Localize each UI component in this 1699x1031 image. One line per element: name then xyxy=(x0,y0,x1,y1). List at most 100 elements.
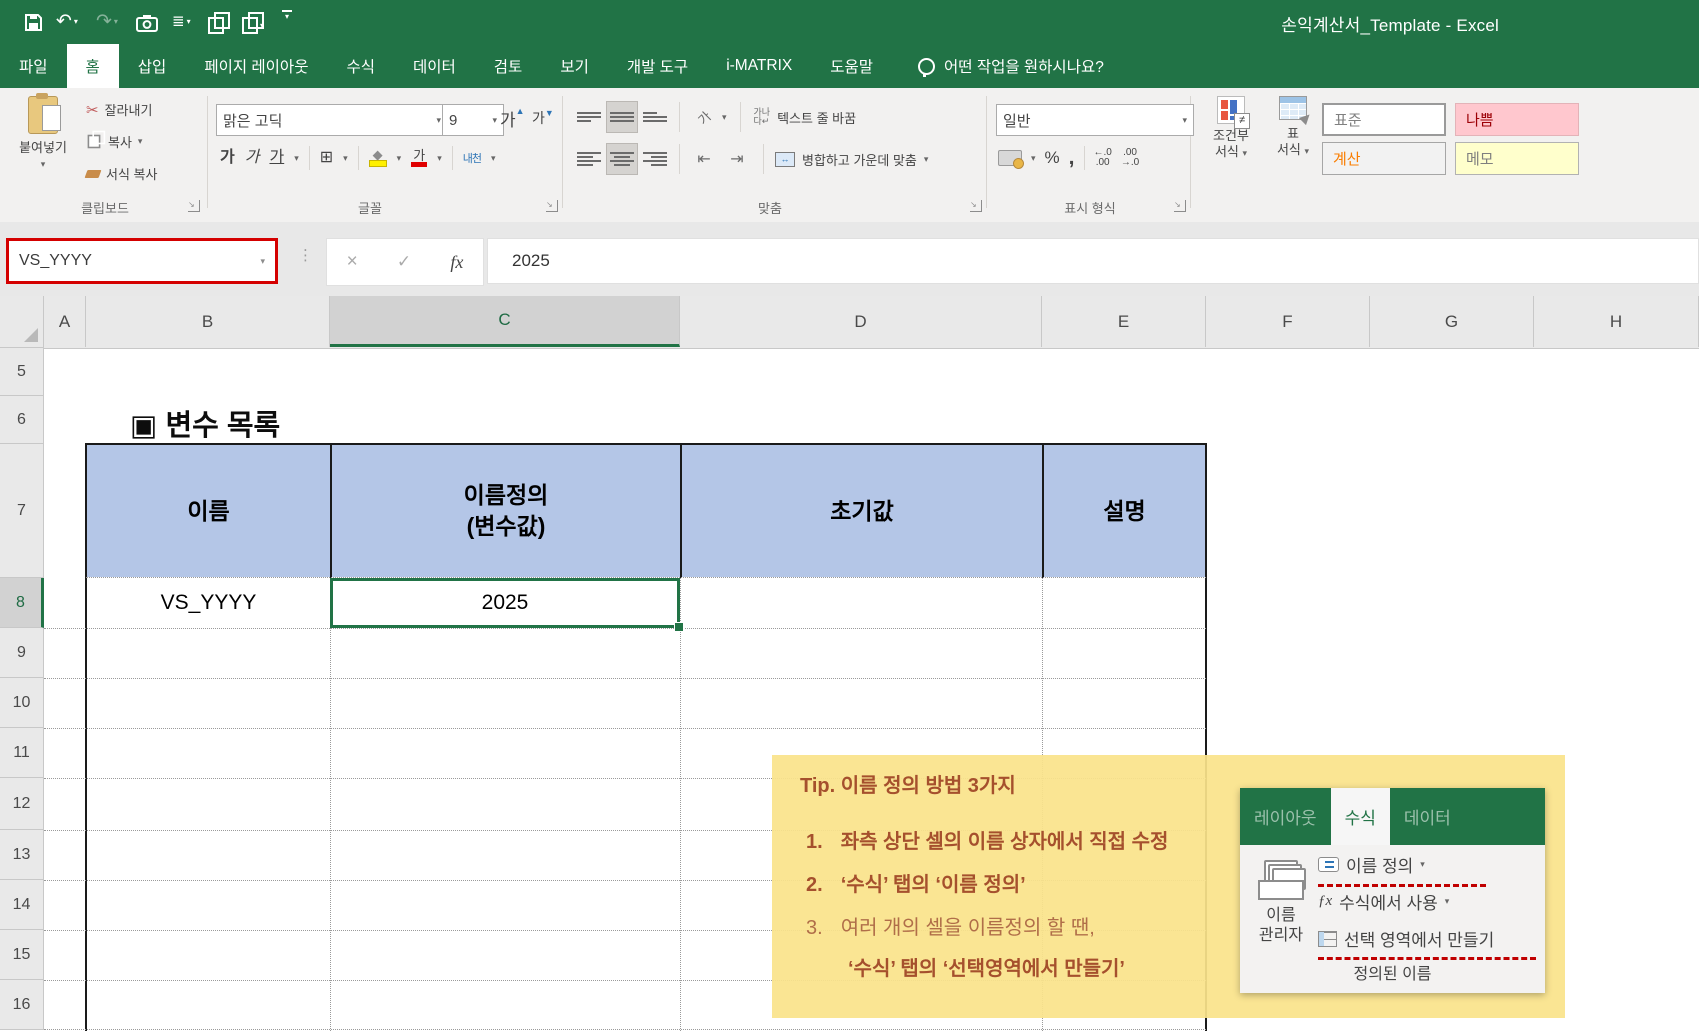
tab-view[interactable]: 보기 xyxy=(541,44,608,88)
shrink-font-button[interactable]: 가▼ xyxy=(532,108,554,128)
name-box[interactable]: VS_YYYY ▾ xyxy=(6,238,278,284)
row-header-14[interactable]: 14 xyxy=(0,880,44,930)
increase-indent-button[interactable]: ⇥ xyxy=(722,144,752,174)
wrap-text-button[interactable]: 가나다↵ 텍스트 줄 바꿈 xyxy=(754,102,857,132)
cancel-button[interactable]: × xyxy=(347,251,358,273)
switch-windows-button[interactable]: ▾ xyxy=(242,12,264,38)
row-header-8[interactable]: 8 xyxy=(0,578,44,628)
row-header-16[interactable]: 16 xyxy=(0,980,44,1030)
save-button[interactable] xyxy=(24,9,43,35)
format-as-table-button[interactable]: 표서식 ▾ xyxy=(1266,96,1320,159)
touch-mode-dropdown-arrow[interactable]: ▾ xyxy=(187,17,191,26)
fill-handle[interactable] xyxy=(674,622,684,632)
formula-bar-splitter[interactable]: ⋮ xyxy=(298,246,313,264)
cell-style-4[interactable]: 메모 xyxy=(1455,142,1579,175)
align-left-button[interactable] xyxy=(574,144,604,174)
row-header-5[interactable]: 5 xyxy=(0,348,44,396)
number-format-select[interactable]: 일반▾ xyxy=(996,104,1194,136)
font-size-select[interactable]: 9▾ xyxy=(442,104,504,136)
tab-home[interactable]: 홈 xyxy=(67,44,119,88)
column-header-B[interactable]: B xyxy=(86,296,330,347)
decrease-decimal-button[interactable]: .00→.0 xyxy=(1121,148,1139,168)
align-right-button[interactable] xyxy=(640,144,670,174)
percent-style-button[interactable]: % xyxy=(1045,148,1060,168)
customize-qat-button[interactable]: ▾ xyxy=(282,10,292,36)
borders-dropdown-arrow[interactable]: ▾ xyxy=(343,153,348,164)
enter-button[interactable]: ✓ xyxy=(397,252,411,272)
tab-help[interactable]: 도움말 xyxy=(811,44,892,88)
font-name-select[interactable]: 맑은 고딕▾ xyxy=(216,104,448,136)
row-header-15[interactable]: 15 xyxy=(0,930,44,980)
table-header-definition[interactable]: 이름정의 (변수값) xyxy=(332,445,680,577)
name-box-dropdown-arrow[interactable]: ▾ xyxy=(260,256,265,267)
redo-button[interactable]: ↷▾ xyxy=(96,8,118,34)
align-center-button[interactable] xyxy=(607,144,637,174)
tab-file[interactable]: 파일 xyxy=(0,44,67,88)
grow-font-button[interactable]: 가▲ xyxy=(500,106,525,131)
copy-dropdown-arrow[interactable]: ▾ xyxy=(138,136,143,147)
paste-dropdown-arrow[interactable]: ▾ xyxy=(41,159,46,170)
accounting-dropdown-arrow[interactable]: ▾ xyxy=(1031,153,1036,164)
inset-tab-3[interactable]: 데이터 xyxy=(1390,788,1465,845)
cell-style-3[interactable]: 계산 xyxy=(1322,142,1446,175)
table-header-name[interactable]: 이름 xyxy=(87,445,330,577)
font-color-dropdown-arrow[interactable]: ▾ xyxy=(437,153,442,164)
alignment-dialog-launcher[interactable]: ↘ xyxy=(970,200,982,212)
table-header-initial[interactable]: 초기값 xyxy=(682,445,1042,577)
row-header-9[interactable]: 9 xyxy=(0,628,44,678)
tab-formulas[interactable]: 수식 xyxy=(327,44,394,88)
font-color-button[interactable]: 가 xyxy=(411,149,427,167)
increase-decimal-button[interactable]: ←.0.00 xyxy=(1094,148,1112,168)
align-middle-button[interactable] xyxy=(607,102,637,132)
name-manager-button[interactable]: 이름관리자 xyxy=(1252,852,1310,946)
row-header-13[interactable]: 13 xyxy=(0,830,44,880)
accounting-format-button[interactable] xyxy=(998,150,1022,166)
comma-style-button[interactable]: , xyxy=(1069,146,1075,170)
touch-mouse-mode-button[interactable]: ≣▾ xyxy=(172,8,191,34)
formula-input[interactable]: 2025 xyxy=(487,238,1699,284)
align-bottom-button[interactable] xyxy=(640,102,670,132)
tab-insert[interactable]: 삽입 xyxy=(119,44,186,88)
format-painter-button[interactable]: 서식 복사 xyxy=(86,164,157,183)
use-in-formula-button[interactable]: ƒx수식에서 사용▾ xyxy=(1318,889,1449,914)
cell-B8[interactable]: VS_YYYY xyxy=(87,578,330,627)
inset-tab-1[interactable]: 레이아웃 xyxy=(1240,788,1331,845)
row-header-6[interactable]: 6 xyxy=(0,396,44,444)
fill-color-dropdown-arrow[interactable]: ▾ xyxy=(397,153,402,164)
row-header-10[interactable]: 10 xyxy=(0,678,44,728)
underline-dropdown-arrow[interactable]: ▾ xyxy=(294,153,299,164)
conditional-formatting-button[interactable]: ≠ 조건부서식 ▾ xyxy=(1198,96,1264,161)
borders-button[interactable]: ⊞ xyxy=(320,150,333,166)
camera-button[interactable] xyxy=(136,10,158,36)
orientation-dropdown-arrow[interactable]: ▾ xyxy=(722,112,727,123)
tell-me-search[interactable]: 어떤 작업을 원하시나요? xyxy=(918,44,1104,88)
clipboard-dialog-launcher[interactable]: ↘ xyxy=(188,200,200,212)
copy-button[interactable]: 복사 ▾ xyxy=(86,132,142,151)
merge-dropdown-arrow[interactable]: ▾ xyxy=(924,154,929,165)
insert-function-button[interactable]: fx xyxy=(450,252,463,273)
column-header-D[interactable]: D xyxy=(680,296,1042,347)
column-header-G[interactable]: G xyxy=(1370,296,1534,347)
tab-page-layout[interactable]: 페이지 레이아웃 xyxy=(185,44,327,88)
inset-tab-2[interactable]: 수식 xyxy=(1331,788,1390,845)
align-top-button[interactable] xyxy=(574,102,604,132)
undo-dropdown-arrow[interactable]: ▾ xyxy=(74,17,78,26)
decrease-indent-button[interactable]: ⇤ xyxy=(689,144,719,174)
copy-cells-button[interactable] xyxy=(208,12,224,38)
merge-center-button[interactable]: ↔ 병합하고 가운데 맞춤 ▾ xyxy=(775,144,928,174)
column-header-H[interactable]: H xyxy=(1534,296,1699,347)
tab-data[interactable]: 데이터 xyxy=(394,44,475,88)
define-name-button[interactable]: 이름 정의▾ xyxy=(1318,852,1425,877)
phonetic-guide-button[interactable]: 내천 xyxy=(463,150,481,166)
cut-button[interactable]: ✂ 잘라내기 xyxy=(86,100,152,119)
orientation-button[interactable]: 가 xyxy=(689,102,719,132)
tab-developer[interactable]: 개발 도구 xyxy=(608,44,707,88)
column-header-F[interactable]: F xyxy=(1206,296,1370,347)
bold-button[interactable]: 가 xyxy=(220,150,235,166)
number-dialog-launcher[interactable]: ↘ xyxy=(1174,200,1186,212)
column-header-C[interactable]: C xyxy=(330,296,680,347)
cell-style-2[interactable]: 나쁨 xyxy=(1455,103,1579,136)
undo-button[interactable]: ↶▾ xyxy=(56,8,78,34)
paste-button[interactable]: 붙여넣기 ▾ xyxy=(10,96,76,192)
column-header-E[interactable]: E xyxy=(1042,296,1206,347)
